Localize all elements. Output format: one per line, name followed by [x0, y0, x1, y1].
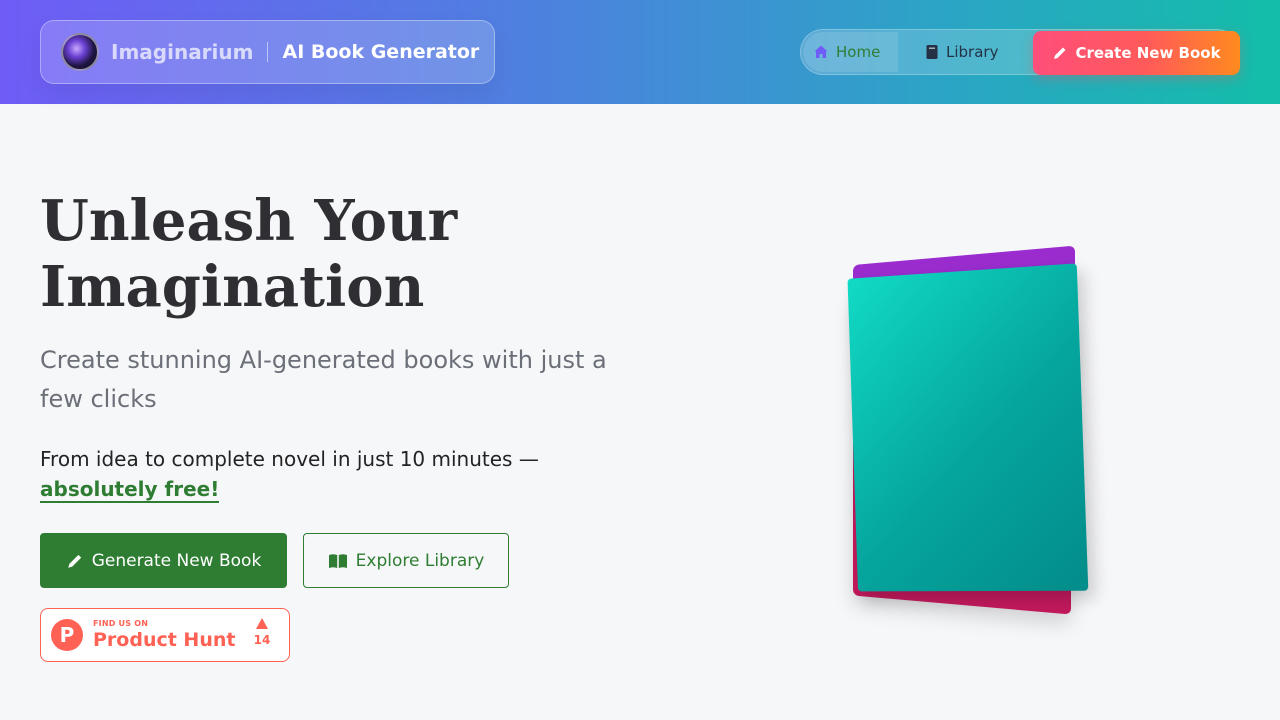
brand-name: Imaginarium [111, 40, 254, 64]
product-hunt-badge[interactable]: P FIND US ON Product Hunt 14 [40, 608, 290, 662]
main-nav: Home Library Create New Book [800, 29, 1240, 75]
generate-new-book-button[interactable]: Generate New Book [40, 533, 287, 588]
product-hunt-big-label: Product Hunt [93, 629, 236, 651]
hero-title-line2: Imagination [40, 254, 425, 320]
product-hunt-logo-icon: P [51, 619, 83, 651]
hero-subtitle: Create stunning AI-generated books with … [40, 346, 607, 413]
explore-library-label: Explore Library [355, 550, 485, 571]
nav-home[interactable]: Home [803, 32, 898, 72]
hero-tagline-prefix: From idea to complete novel in just 10 m… [40, 447, 539, 471]
hero-title: Unleash Your Imagination [40, 188, 640, 320]
pencil-icon [1054, 47, 1066, 59]
book-front-cover [847, 263, 1089, 592]
product-hunt-vote-count: 14 [253, 633, 271, 647]
brand[interactable]: Imaginarium AI Book Generator [40, 20, 495, 84]
nav-library[interactable]: Library [913, 32, 1033, 72]
generate-new-book-label: Generate New Book [91, 550, 262, 571]
upvote-arrow-icon [256, 618, 268, 629]
pencil-icon [67, 554, 81, 568]
book-icon [926, 45, 938, 59]
hero-tagline: From idea to complete novel in just 10 m… [40, 444, 640, 504]
top-header: Imaginarium AI Book Generator Home Libra… [0, 0, 1280, 104]
product-hunt-votes: 14 [251, 618, 273, 647]
create-new-book-label: Create New Book [1075, 44, 1221, 62]
product-hunt-text: FIND US ON Product Hunt [93, 620, 235, 650]
create-new-book-button[interactable]: Create New Book [1033, 31, 1240, 75]
book-illustration [843, 245, 1103, 615]
explore-library-button[interactable]: Explore Library [303, 533, 509, 588]
open-book-icon [328, 553, 347, 568]
home-icon [814, 45, 828, 58]
product-hunt-small-label: FIND US ON [93, 619, 149, 628]
hero-title-line1: Unleash Your [40, 188, 458, 254]
brand-tagline: AI Book Generator [282, 41, 480, 63]
brand-separator [267, 42, 269, 62]
hero-tagline-highlight: absolutely free! [40, 477, 220, 503]
logo-icon [61, 33, 99, 71]
nav-home-label: Home [836, 43, 881, 61]
nav-library-label: Library [946, 43, 999, 61]
